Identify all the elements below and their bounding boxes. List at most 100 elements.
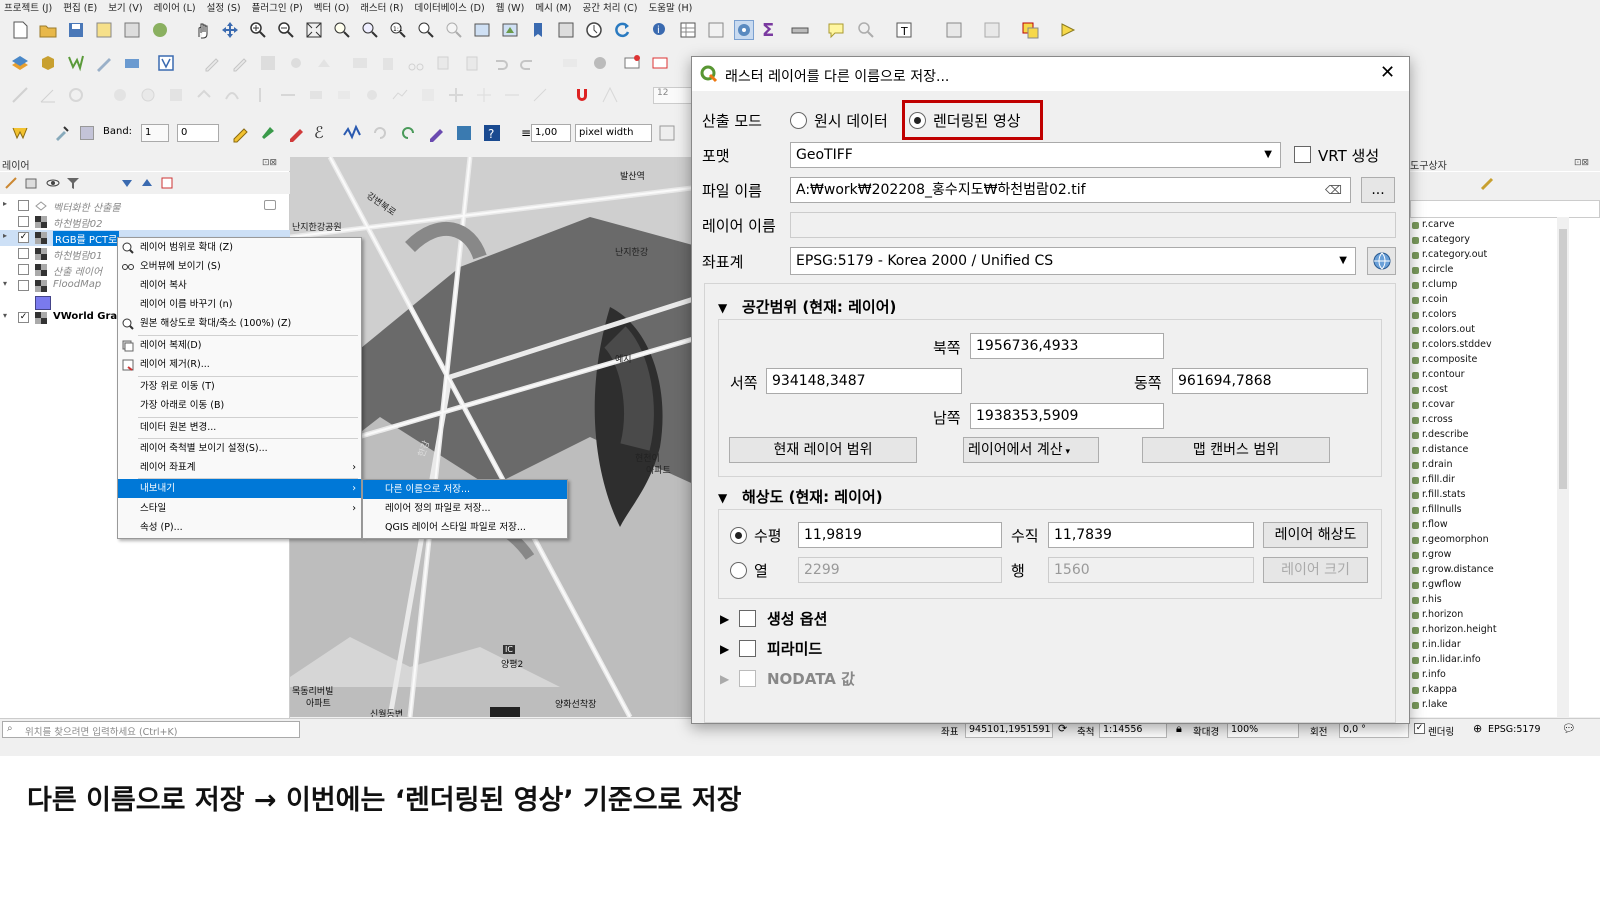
algorithm-item[interactable]: r.distance — [1411, 444, 1468, 455]
vrt-checkbox[interactable] — [1294, 146, 1311, 163]
algorithm-item[interactable]: r.flow — [1412, 519, 1448, 530]
add-vector-icon[interactable] — [66, 53, 86, 73]
expand-arrow-icon[interactable]: ▶ — [720, 612, 729, 626]
remove-layer-icon[interactable] — [160, 176, 174, 190]
add-virtual-layer-icon[interactable] — [156, 53, 176, 73]
raster-tool-icon[interactable] — [454, 123, 474, 143]
size-radio[interactable] — [730, 562, 747, 579]
menu-save-as[interactable]: 다른 이름으로 저장... — [363, 480, 567, 499]
snapping-magnet-icon[interactable] — [572, 85, 592, 105]
show-bookmarks-icon[interactable] — [556, 20, 576, 40]
menu-layer[interactable]: 레이어 (L) — [154, 3, 196, 14]
save-edits-icon[interactable] — [258, 53, 278, 73]
select-by-expression-icon[interactable] — [1020, 20, 1040, 40]
layer-checkbox[interactable] — [18, 216, 29, 227]
processing-toolbox-icon[interactable] — [734, 20, 754, 40]
data-source-manager-icon[interactable] — [10, 53, 30, 73]
split-parts-icon[interactable] — [278, 85, 298, 105]
current-edits-icon[interactable] — [230, 53, 250, 73]
merge-features-icon[interactable] — [306, 85, 326, 105]
menu-edit[interactable]: 편집 (E) — [63, 3, 97, 14]
vertex-tool-icon[interactable] — [314, 53, 334, 73]
menu-settings[interactable]: 설정 (S) — [207, 3, 241, 14]
pan-icon[interactable] — [192, 20, 212, 40]
move-feature-icon[interactable] — [446, 85, 466, 105]
render-checkbox[interactable]: ✓ — [1414, 723, 1425, 734]
new-geopackage-icon[interactable] — [38, 53, 58, 73]
pin-labels-icon[interactable] — [622, 53, 642, 73]
expand-arrow-icon[interactable]: ▾ — [3, 311, 7, 320]
select-crs-button[interactable] — [1367, 247, 1396, 275]
rotate-symbols-icon[interactable] — [362, 85, 382, 105]
nodata-checkbox[interactable] — [739, 670, 756, 687]
algorithm-item[interactable]: r.colors.stddev — [1412, 339, 1492, 350]
menu-properties[interactable]: 속성 (P)... — [118, 518, 361, 537]
filename-input[interactable]: A:₩work₩202208_홍수지도₩하천범람02.tif ⌫ — [790, 177, 1351, 203]
algorithm-item[interactable]: r.horizon — [1411, 609, 1463, 620]
fill-ring-icon[interactable] — [110, 85, 130, 105]
open-project-icon[interactable] — [38, 20, 58, 40]
menu-mesh[interactable]: 메시 (M) — [535, 3, 571, 14]
algorithm-item[interactable]: r.fill.dir — [1412, 474, 1455, 485]
trim-extend-icon[interactable] — [530, 85, 550, 105]
algorithm-item[interactable]: r.horizon.height — [1412, 624, 1497, 635]
layer-checkbox[interactable]: ✓ — [18, 232, 29, 243]
attribute-table-icon[interactable] — [678, 20, 698, 40]
create-options-checkbox[interactable] — [739, 610, 756, 627]
format-select[interactable]: GeoTIFF ▼ — [790, 142, 1281, 168]
algorithm-item[interactable]: r.category — [1411, 234, 1470, 245]
algorithm-item[interactable]: r.carve — [1411, 219, 1454, 230]
reshape-icon[interactable] — [194, 85, 214, 105]
raster-calc-icon[interactable] — [426, 123, 446, 143]
layer-diagram-icon[interactable] — [590, 53, 610, 73]
merge-attributes-icon[interactable] — [334, 85, 354, 105]
menu-zoom-native[interactable]: 원본 해상도로 확대/축소 (100%) (Z) — [118, 314, 361, 333]
menu-scale-visibility[interactable]: 레이어 축척별 보이기 설정(S)... — [118, 439, 361, 458]
redo-raster-icon[interactable] — [398, 123, 418, 143]
reverse-line-icon[interactable] — [502, 85, 522, 105]
collapse-arrow-icon[interactable]: ▼ — [718, 491, 727, 505]
panel-close-icon[interactable]: ⊡⊠ — [262, 158, 277, 168]
collapse-all-icon[interactable] — [140, 176, 154, 190]
delete-selected-icon[interactable] — [378, 53, 398, 73]
offset-curve-icon[interactable] — [222, 85, 242, 105]
algorithm-item[interactable]: r.category.out — [1411, 249, 1487, 260]
browse-button[interactable]: ... — [1361, 177, 1395, 203]
redo-icon[interactable] — [518, 53, 538, 73]
menu-save-qml-style[interactable]: QGIS 레이어 스타일 파일로 저장... — [363, 518, 567, 537]
algorithm-item[interactable]: r.geomorphon — [1412, 534, 1489, 545]
select-location-icon[interactable] — [1058, 20, 1078, 40]
north-input[interactable]: 1956736,4933 — [970, 333, 1164, 359]
layer-checkbox[interactable]: ✓ — [18, 312, 29, 323]
menu-change-data-source[interactable]: 데이터 원본 변경... — [118, 418, 361, 437]
cols-input[interactable]: 2299 — [798, 557, 1002, 583]
menu-export[interactable]: 내보내기 › — [118, 479, 361, 498]
measure-angle-icon[interactable] — [38, 85, 58, 105]
map-canvas-extent-button[interactable]: 맵 캔버스 범위 — [1142, 437, 1330, 463]
zoom-in-icon[interactable] — [248, 20, 268, 40]
toolbox-settings-icon[interactable] — [1480, 177, 1494, 191]
delete-ring-icon[interactable] — [138, 85, 158, 105]
lock-scale-icon[interactable]: 🔒︎ — [1176, 722, 1182, 736]
calc-from-layer-button[interactable]: 레이어에서 계산 ▾ — [963, 437, 1099, 463]
select-feature-icon[interactable] — [944, 20, 964, 40]
algorithm-item[interactable]: r.cross — [1412, 414, 1453, 425]
map-tips-icon[interactable] — [826, 20, 846, 40]
layer-indicator-icon[interactable] — [264, 200, 276, 210]
paste-features-icon[interactable] — [462, 53, 482, 73]
layer-size-button[interactable]: 레이어 크기 — [1263, 557, 1368, 583]
crs-select[interactable]: EPSG:5179 - Korea 2000 / Unified CS ▼ — [790, 247, 1356, 275]
algorithm-item[interactable]: r.gwflow — [1411, 579, 1461, 590]
expand-all-icon[interactable] — [120, 176, 134, 190]
split-features-icon[interactable] — [250, 85, 270, 105]
algorithm-item[interactable]: r.grow.distance — [1412, 564, 1494, 575]
pan-to-selection-icon[interactable] — [220, 20, 240, 40]
toolbox-search-input[interactable] — [1410, 200, 1600, 218]
pyramids-checkbox[interactable] — [739, 640, 756, 657]
text-annotation-icon[interactable]: T — [894, 20, 914, 40]
copy-move-icon[interactable] — [474, 85, 494, 105]
extent-title[interactable]: 공간범위 (현재: 레이어) — [742, 296, 896, 317]
menu-database[interactable]: 데이터베이스 (D) — [414, 3, 484, 14]
menu-move-to-top[interactable]: 가장 위로 이동 (T) — [118, 377, 361, 396]
eyedropper-icon[interactable] — [52, 123, 72, 143]
